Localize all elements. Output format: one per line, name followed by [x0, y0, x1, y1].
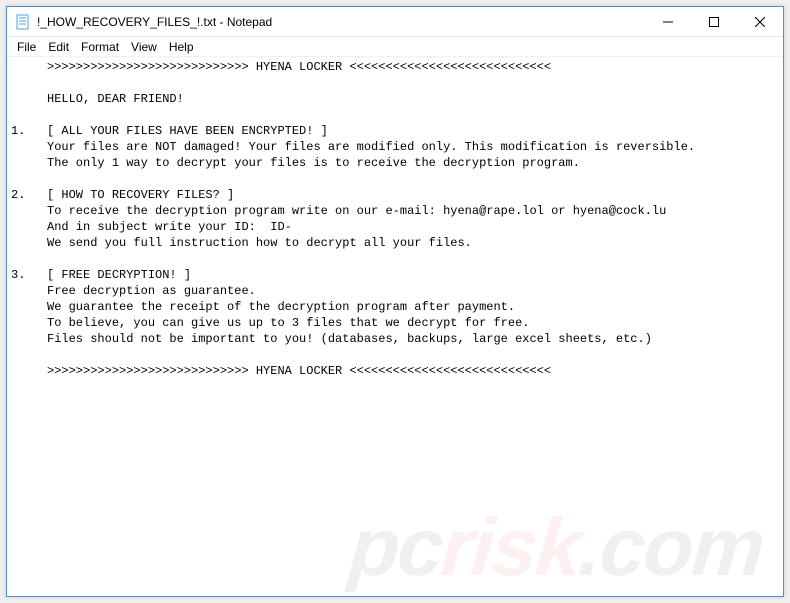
- menubar: File Edit Format View Help: [7, 37, 783, 57]
- notepad-window: !_HOW_RECOVERY_FILES_!.txt - Notepad Fil…: [6, 6, 784, 597]
- maximize-button[interactable]: [691, 7, 737, 36]
- watermark-risk: risk: [438, 502, 584, 593]
- window-controls: [645, 7, 783, 36]
- menu-file[interactable]: File: [11, 40, 42, 54]
- menu-format[interactable]: Format: [75, 40, 125, 54]
- watermark-pc: pc: [346, 502, 446, 593]
- watermark-com: .com: [576, 502, 767, 593]
- minimize-button[interactable]: [645, 7, 691, 36]
- menu-view[interactable]: View: [125, 40, 163, 54]
- titlebar[interactable]: !_HOW_RECOVERY_FILES_!.txt - Notepad: [7, 7, 783, 37]
- text-area[interactable]: >>>>>>>>>>>>>>>>>>>>>>>>>>>> HYENA LOCKE…: [7, 57, 783, 596]
- window-title: !_HOW_RECOVERY_FILES_!.txt - Notepad: [37, 15, 645, 29]
- close-button[interactable]: [737, 7, 783, 36]
- document-body: >>>>>>>>>>>>>>>>>>>>>>>>>>>> HYENA LOCKE…: [11, 60, 695, 378]
- menu-help[interactable]: Help: [163, 40, 200, 54]
- notepad-icon: [15, 14, 31, 30]
- watermark: pcrisk.com: [349, 540, 763, 556]
- menu-edit[interactable]: Edit: [42, 40, 75, 54]
